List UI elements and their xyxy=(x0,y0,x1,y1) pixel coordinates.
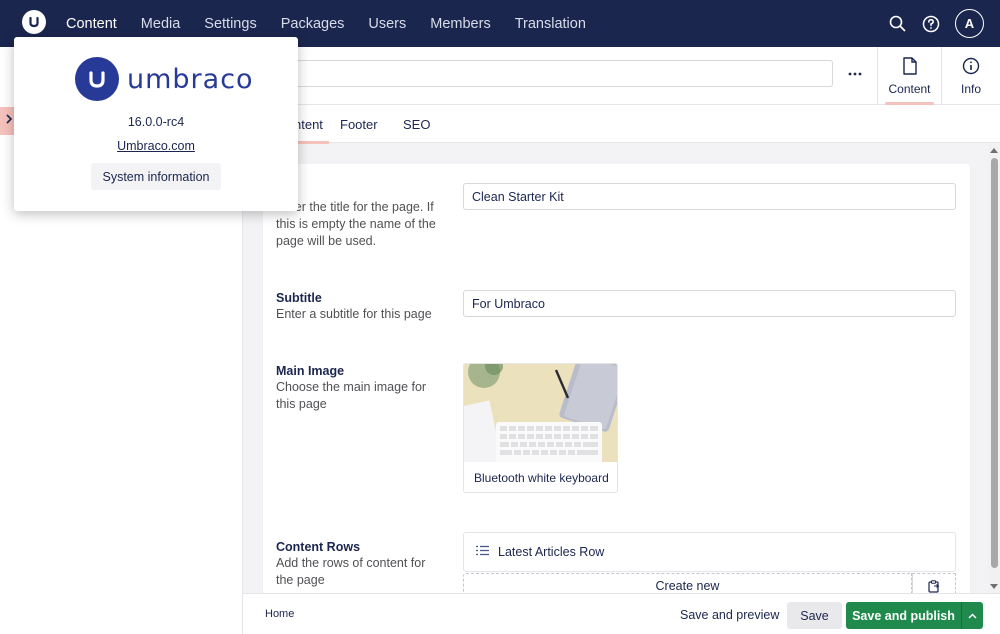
scroll-down-arrow-icon[interactable] xyxy=(990,583,998,592)
user-avatar[interactable]: A xyxy=(955,9,984,38)
info-icon xyxy=(962,57,980,78)
nav-translation[interactable]: Translation xyxy=(503,0,598,47)
help-icon[interactable] xyxy=(921,14,941,34)
content-rows-description: Add the rows of content for the page xyxy=(276,556,426,587)
workspace-content: le Enter the title for the page. If this… xyxy=(243,144,988,593)
chevron-up-icon[interactable] xyxy=(961,602,983,629)
block-list-item[interactable]: Latest Articles Row xyxy=(463,532,956,572)
more-actions-icon[interactable] xyxy=(845,60,865,87)
title-input[interactable]: Clean Starter Kit xyxy=(463,183,956,210)
tab-content[interactable]: ntent xyxy=(286,105,329,144)
clipboard-paste-icon[interactable] xyxy=(912,573,956,593)
main-image-media-card[interactable]: Bluetooth white keyboard xyxy=(463,363,618,493)
subtitle-label: Subtitle xyxy=(276,291,322,305)
property-tabs: ntent Footer SEO xyxy=(243,105,1000,144)
umbraco-logo-icon[interactable] xyxy=(22,10,46,34)
save-button[interactable]: Save xyxy=(787,602,842,629)
subtitle-input[interactable]: For Umbraco xyxy=(463,290,956,317)
tab-footer[interactable]: Footer xyxy=(340,105,378,143)
workspace-header: e Content Info xyxy=(243,47,1000,105)
content-rows-label: Content Rows xyxy=(276,540,361,554)
main-image-description: Choose the main image for this page xyxy=(276,380,427,411)
chevron-right-icon[interactable] xyxy=(5,113,13,127)
view-info-label: Info xyxy=(960,81,981,96)
umbraco-website-link[interactable]: Umbraco.com xyxy=(14,139,298,153)
scroll-up-arrow-icon[interactable] xyxy=(990,146,998,155)
subtitle-description: Enter a subtitle for this page xyxy=(276,307,432,321)
property-group-card: le Enter the title for the page. If this… xyxy=(263,164,970,593)
search-icon[interactable] xyxy=(887,14,907,34)
umbraco-logo-icon xyxy=(75,57,119,101)
version-text: 16.0.0-rc4 xyxy=(127,115,185,129)
nav-members[interactable]: Members xyxy=(418,0,502,47)
block-label: Latest Articles Row xyxy=(498,545,605,559)
breadcrumb[interactable]: Home xyxy=(265,608,294,620)
scroll-thumb[interactable] xyxy=(991,158,998,568)
view-info-button[interactable]: Info xyxy=(941,47,1000,105)
document-icon xyxy=(902,56,917,78)
header-actions: A xyxy=(887,0,984,47)
content-scrollbar[interactable] xyxy=(988,144,1000,593)
tab-seo[interactable]: SEO xyxy=(403,105,430,143)
main-image-label: Main Image xyxy=(276,364,345,378)
save-and-preview-button[interactable]: Save and preview xyxy=(675,602,784,628)
media-name[interactable]: Bluetooth white keyboard xyxy=(464,462,617,492)
workspace-footer: Home Save and preview Save Save and publ… xyxy=(243,593,1000,634)
title-description: Enter the title for the page. If this is… xyxy=(276,200,436,248)
view-content-label: Content xyxy=(888,81,931,96)
nav-users[interactable]: Users xyxy=(356,0,418,47)
list-icon xyxy=(476,545,489,559)
document-name-input[interactable]: e xyxy=(267,60,833,87)
keyboard-image xyxy=(464,364,617,462)
brand-name: umbraco xyxy=(127,63,254,95)
app-info-popover: umbraco 16.0.0-rc4 Umbraco.com System in… xyxy=(14,37,298,211)
umbraco-brand-logo: umbraco xyxy=(75,57,254,101)
view-content-button[interactable]: Content xyxy=(877,47,941,105)
system-information-button[interactable]: System information xyxy=(91,163,221,190)
create-new-button[interactable]: Create new xyxy=(463,573,912,593)
save-and-publish-button[interactable]: Save and publish xyxy=(846,602,961,629)
